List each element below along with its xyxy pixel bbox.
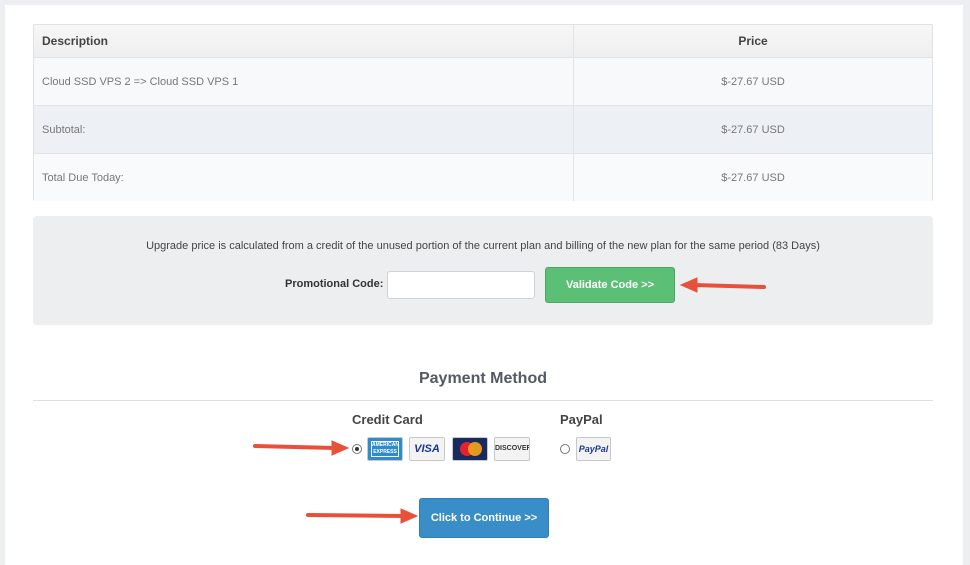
promo-code-box: Upgrade price is calculated from a credi… [33, 216, 933, 325]
table-row: Subtotal: $-27.67 USD [34, 106, 932, 154]
upgrade-price-note: Upgrade price is calculated from a credi… [146, 240, 820, 252]
validate-code-button[interactable]: Validate Code >> [545, 267, 675, 303]
amex-logo: AMERICAN EXPRESS [367, 437, 403, 461]
divider [33, 400, 933, 401]
table-row: Total Due Today: $-27.67 USD [34, 154, 932, 201]
visa-logo-text: VISA [414, 443, 440, 455]
total-due-price: $-27.67 USD [721, 171, 785, 184]
subtotal-price: $-27.67 USD [721, 123, 785, 136]
paypal-label: PayPal [560, 412, 603, 427]
row-price: $-27.67 USD [721, 75, 785, 88]
paypal-logo-text: PayPal [578, 444, 609, 454]
mastercard-logo [452, 437, 488, 461]
row-description: Cloud SSD VPS 2 => Cloud SSD VPS 1 [42, 75, 239, 88]
credit-card-label: Credit Card [352, 412, 423, 427]
column-header-price: Price [738, 34, 768, 48]
credit-card-radio[interactable] [352, 444, 362, 454]
discover-logo: DISCOVER [494, 437, 530, 461]
order-summary-table: Description Price Cloud SSD VPS 2 => Clo… [33, 24, 933, 201]
continue-button[interactable]: Click to Continue >> [419, 498, 549, 538]
amex-logo-text: AMERICAN EXPRESS [371, 441, 399, 457]
table-row: Cloud SSD VPS 2 => Cloud SSD VPS 1 $-27.… [34, 58, 932, 106]
table-header-row: Description Price [34, 25, 932, 58]
promo-code-input[interactable] [387, 271, 535, 299]
promo-code-label: Promotional Code: [285, 278, 384, 290]
visa-logo: VISA [409, 437, 445, 461]
paypal-radio[interactable] [560, 444, 570, 454]
paypal-logo: PayPal [576, 437, 611, 461]
subtotal-label: Subtotal: [42, 123, 86, 136]
discover-logo-text: DISCOVER [495, 445, 530, 452]
total-due-label: Total Due Today: [42, 171, 124, 184]
payment-method-title: Payment Method [418, 370, 547, 387]
column-header-description: Description [42, 34, 109, 48]
